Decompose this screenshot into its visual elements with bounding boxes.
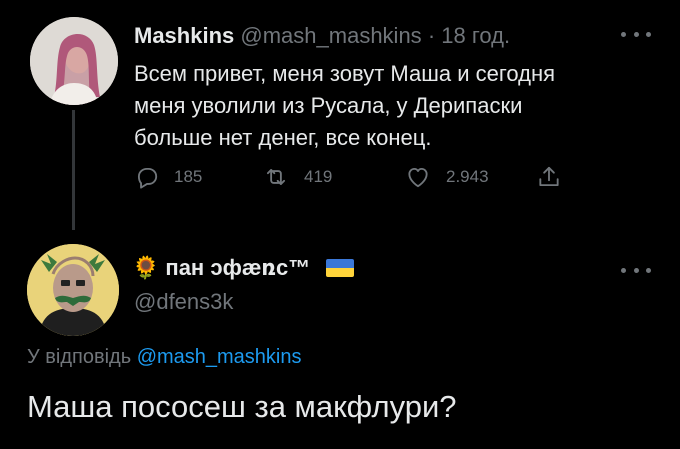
display-name[interactable]: Mashkins bbox=[134, 23, 234, 48]
like-button[interactable]: 2.943 bbox=[404, 164, 489, 190]
tweet-header: Mashkins @mash_mashkins · 18 год. bbox=[134, 22, 510, 50]
reply-icon bbox=[137, 167, 158, 189]
replying-to-line: У відповідь @mash_mashkins bbox=[27, 343, 302, 371]
tweet-text: Маша пососеш за макфлури? bbox=[27, 389, 457, 424]
share-icon bbox=[539, 166, 559, 187]
reply-tweet[interactable]: 🌻 пан ɔфæռc™ @dfens3k У відповідь @mash_… bbox=[0, 230, 680, 449]
timestamp[interactable]: 18 год. bbox=[441, 23, 510, 48]
avatar[interactable] bbox=[27, 244, 119, 336]
tweet-header: 🌻 пан ɔфæռc™ bbox=[132, 254, 355, 282]
thread-connector-line bbox=[72, 110, 75, 230]
display-name[interactable]: пан ɔфæռc™ bbox=[165, 254, 310, 282]
retweet-button[interactable]: 419 bbox=[262, 164, 332, 190]
mention-link[interactable]: @mash_mashkins bbox=[137, 346, 302, 368]
separator-dot: · bbox=[427, 23, 436, 48]
sunflower-icon: 🌻 bbox=[132, 255, 160, 280]
reply-button[interactable]: 185 bbox=[134, 164, 202, 190]
more-options-icon[interactable] bbox=[621, 24, 651, 44]
replying-to-label: У відповідь bbox=[27, 346, 132, 368]
retweet-count: 419 bbox=[304, 167, 333, 186]
user-handle[interactable]: @dfens3k bbox=[134, 288, 233, 316]
more-options-icon[interactable] bbox=[621, 260, 651, 280]
reply-count: 185 bbox=[174, 167, 203, 186]
user-handle[interactable]: @mash_mashkins bbox=[240, 23, 421, 48]
retweet-icon bbox=[266, 169, 286, 185]
like-count: 2.943 bbox=[446, 167, 489, 186]
ukraine-flag-icon bbox=[326, 259, 355, 277]
tweet-text: Всем привет, меня зовут Маша и сегодня м… bbox=[134, 61, 556, 150]
heart-icon bbox=[408, 167, 428, 188]
share-button[interactable] bbox=[536, 164, 562, 190]
tweet-actions: 185 419 2.943 bbox=[134, 164, 574, 196]
avatar[interactable] bbox=[30, 17, 118, 105]
parent-tweet[interactable]: Mashkins @mash_mashkins · 18 год. Всем п… bbox=[0, 0, 680, 230]
